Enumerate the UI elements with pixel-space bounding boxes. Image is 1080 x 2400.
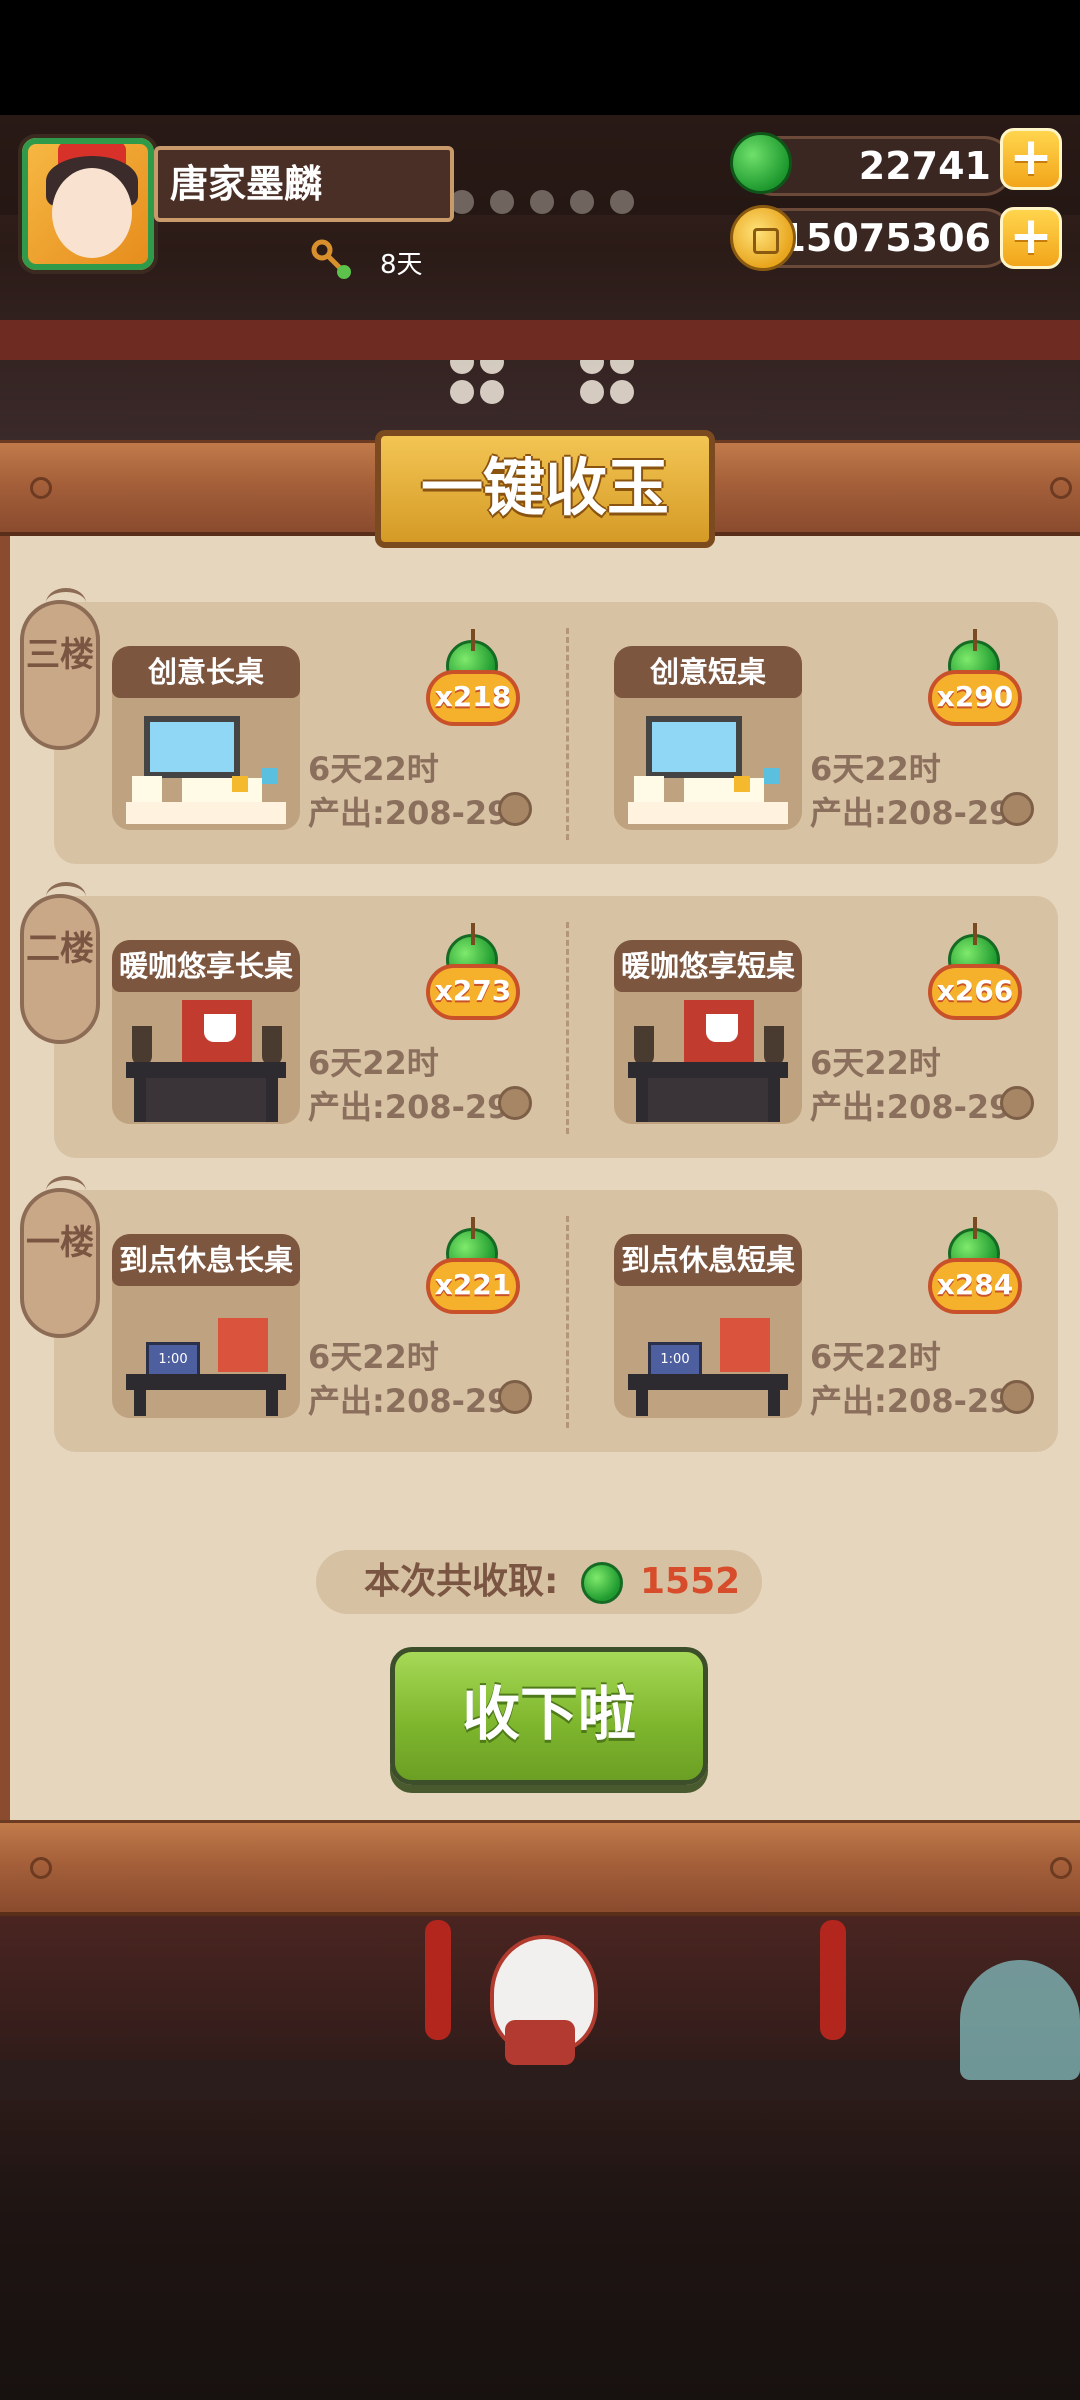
- table-card-rest-short[interactable]: 到点休息短桌 1:00: [614, 1234, 802, 1418]
- table-divider: [566, 922, 569, 1134]
- total-label: 本次共收取:: [364, 1561, 559, 1602]
- lantern-decoration: [820, 1920, 846, 2040]
- green-jade-icon: [581, 1562, 623, 1604]
- jade-count-badge: x284: [928, 1217, 1022, 1328]
- table-name: 创意长桌: [112, 646, 300, 698]
- coin-icon: [498, 1086, 532, 1120]
- confirm-collect-button[interactable]: 收下啦: [390, 1647, 708, 1785]
- panel-title: 一键收玉: [375, 430, 715, 548]
- table-name: 暖咖悠享短桌: [614, 940, 802, 992]
- key-icon: [311, 239, 351, 279]
- jade-count-badge: x218: [426, 629, 520, 740]
- table-divider: [566, 628, 569, 840]
- remaining-time: 6天22时: [308, 750, 439, 788]
- floor-label: 三楼: [26, 635, 94, 675]
- player-avatar[interactable]: [18, 134, 158, 274]
- floor-label: 一楼: [26, 1223, 94, 1263]
- clock-display: 1:00: [648, 1342, 702, 1378]
- remaining-time: 6天22时: [810, 750, 941, 788]
- mountain-decoration: [960, 1960, 1080, 2080]
- coin-icon: [498, 1380, 532, 1414]
- remaining-time: 6天22时: [308, 1044, 439, 1082]
- jade-count-badge: x290: [928, 629, 1022, 740]
- total-collected: 本次共收取: 1552: [316, 1550, 762, 1614]
- green-jade-icon: [730, 132, 792, 194]
- table-name: 到点休息短桌: [614, 1234, 802, 1286]
- total-value: 1552: [640, 1561, 741, 1602]
- table-name: 创意短桌: [614, 646, 802, 698]
- gold-coin-icon: [730, 205, 796, 271]
- table-card-rest-long[interactable]: 到点休息长桌 1:00: [112, 1234, 300, 1418]
- jade-count-badge: x273: [426, 923, 520, 1034]
- chef-character-body: [505, 2020, 575, 2065]
- panel-edge: [0, 530, 10, 1825]
- output-range: 产出:208-29: [810, 1382, 1012, 1420]
- coin-icon: [1000, 1380, 1034, 1414]
- output-range: 产出:208-29: [810, 1088, 1012, 1126]
- table-divider: [566, 1216, 569, 1428]
- remaining-time: 6天22时: [810, 1044, 941, 1082]
- table-name: 到点休息长桌: [112, 1234, 300, 1286]
- table-name: 暖咖悠享长桌: [112, 940, 300, 992]
- floor-tag-2: 二楼: [20, 894, 100, 1044]
- coin-icon: [1000, 1086, 1034, 1120]
- table-card-creative-long[interactable]: 创意长桌: [112, 646, 300, 830]
- remaining-time: 6天22时: [810, 1338, 941, 1376]
- add-coins-button[interactable]: +: [1000, 207, 1062, 269]
- avatar-frame: [22, 138, 154, 270]
- background-beam: [0, 320, 1080, 360]
- player-name: 唐家墨麟: [154, 146, 454, 222]
- background-floor: [0, 2060, 1080, 2100]
- floor-tag-3: 三楼: [20, 600, 100, 750]
- table-card-cafe-short[interactable]: 暖咖悠享短桌: [614, 940, 802, 1124]
- days-counter: 8天: [380, 250, 423, 280]
- lantern-decoration: [425, 1920, 451, 2040]
- floor-label: 二楼: [26, 929, 94, 969]
- output-range: 产出:208-29: [308, 794, 510, 832]
- coin-icon: [498, 792, 532, 826]
- output-range: 产出:208-29: [810, 794, 1012, 832]
- jade-count-badge: x266: [928, 923, 1022, 1034]
- add-jade-button[interactable]: +: [1000, 128, 1062, 190]
- output-range: 产出:208-29: [308, 1382, 510, 1420]
- clock-display: 1:00: [146, 1342, 200, 1378]
- output-range: 产出:208-29: [308, 1088, 510, 1126]
- jade-count-badge: x221: [426, 1217, 520, 1328]
- floor-tag-1: 一楼: [20, 1188, 100, 1338]
- remaining-time: 6天22时: [308, 1338, 439, 1376]
- background-lamps: [430, 180, 670, 430]
- panel-bottom-beam: [0, 1820, 1080, 1916]
- coin-icon: [1000, 792, 1034, 826]
- table-card-creative-short[interactable]: 创意短桌: [614, 646, 802, 830]
- table-card-cafe-long[interactable]: 暖咖悠享长桌: [112, 940, 300, 1124]
